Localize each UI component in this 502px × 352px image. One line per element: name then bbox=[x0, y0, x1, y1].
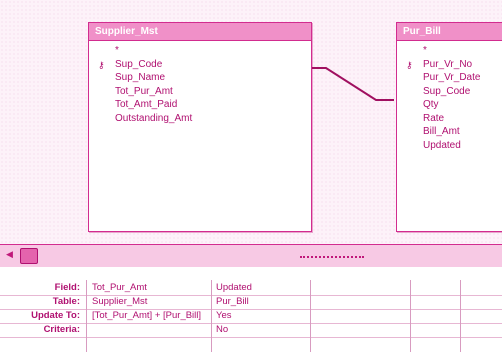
grid-divider bbox=[460, 280, 461, 352]
grid-row-update-to: Update To: [Tot_Pur_Amt] + [Pur_Bill] Ye… bbox=[0, 309, 502, 324]
grid-divider bbox=[86, 280, 87, 352]
design-grid: Field: Tot_Pur_Amt Updated Table: Suppli… bbox=[0, 267, 502, 352]
query-design-pane: Supplier_Mst * ⚷ Sup_Code Sup_Name Tot_P… bbox=[0, 0, 502, 244]
field-label: Pur_Vr_No bbox=[423, 58, 473, 70]
field-sup-name[interactable]: Sup_Name bbox=[89, 71, 311, 85]
splitter-grip[interactable] bbox=[300, 256, 364, 258]
field-tot-amt-paid[interactable]: Tot_Amt_Paid bbox=[89, 98, 311, 112]
scroll-left-icon[interactable]: ◀ bbox=[6, 249, 13, 260]
key-icon: ⚷ bbox=[406, 59, 413, 70]
field-pur-vr-date[interactable]: Pur_Vr_Date bbox=[397, 71, 502, 85]
field-tot-pur-amt[interactable]: Tot_Pur_Amt bbox=[89, 85, 311, 99]
pane-splitter[interactable]: ◀ bbox=[0, 244, 502, 268]
field-pur-vr-no[interactable]: ⚷ Pur_Vr_No bbox=[397, 58, 502, 72]
grid-cell[interactable]: [Tot_Pur_Amt] + [Pur_Bill] bbox=[92, 309, 210, 323]
field-updated[interactable]: Updated bbox=[397, 139, 502, 153]
row-label: Table: bbox=[52, 296, 80, 307]
grid-cell[interactable]: Pur_Bill bbox=[216, 295, 306, 309]
grid-divider bbox=[211, 280, 212, 352]
grid-cell[interactable]: No bbox=[216, 323, 306, 337]
field-sup-code[interactable]: ⚷ Sup_Code bbox=[89, 58, 311, 72]
grid-row-criteria: Criteria: No bbox=[0, 323, 502, 338]
table-supplier-mst[interactable]: Supplier_Mst * ⚷ Sup_Code Sup_Name Tot_P… bbox=[88, 22, 312, 232]
field-bill-amt[interactable]: Bill_Amt bbox=[397, 125, 502, 139]
grid-cell[interactable]: Yes bbox=[216, 309, 306, 323]
row-label: Field: bbox=[54, 282, 80, 293]
grid-divider bbox=[410, 280, 411, 352]
grid-row-table: Table: Supplier_Mst Pur_Bill bbox=[0, 295, 502, 310]
table-title[interactable]: Pur_Bill bbox=[397, 23, 502, 41]
row-label: Update To: bbox=[31, 310, 80, 321]
grid-cell[interactable]: Updated bbox=[216, 281, 306, 295]
grid-cell[interactable]: Tot_Pur_Amt bbox=[92, 281, 210, 295]
field-sup-code[interactable]: Sup_Code bbox=[397, 85, 502, 99]
key-icon: ⚷ bbox=[98, 59, 105, 70]
table-pur-bill[interactable]: Pur_Bill * ⚷ Pur_Vr_No Pur_Vr_Date Sup_C… bbox=[396, 22, 502, 232]
field-all[interactable]: * bbox=[89, 44, 311, 58]
field-all[interactable]: * bbox=[397, 44, 502, 58]
field-rate[interactable]: Rate bbox=[397, 112, 502, 126]
field-label: Sup_Code bbox=[115, 58, 163, 70]
field-outstanding-amt[interactable]: Outstanding_Amt bbox=[89, 112, 311, 126]
table-title[interactable]: Supplier_Mst bbox=[89, 23, 311, 41]
row-label: Criteria: bbox=[43, 324, 80, 335]
grid-cell[interactable]: Supplier_Mst bbox=[92, 295, 210, 309]
grid-divider bbox=[310, 280, 311, 352]
scroll-thumb[interactable] bbox=[20, 248, 38, 264]
field-qty[interactable]: Qty bbox=[397, 98, 502, 112]
grid-row-field: Field: Tot_Pur_Amt Updated bbox=[0, 281, 502, 296]
